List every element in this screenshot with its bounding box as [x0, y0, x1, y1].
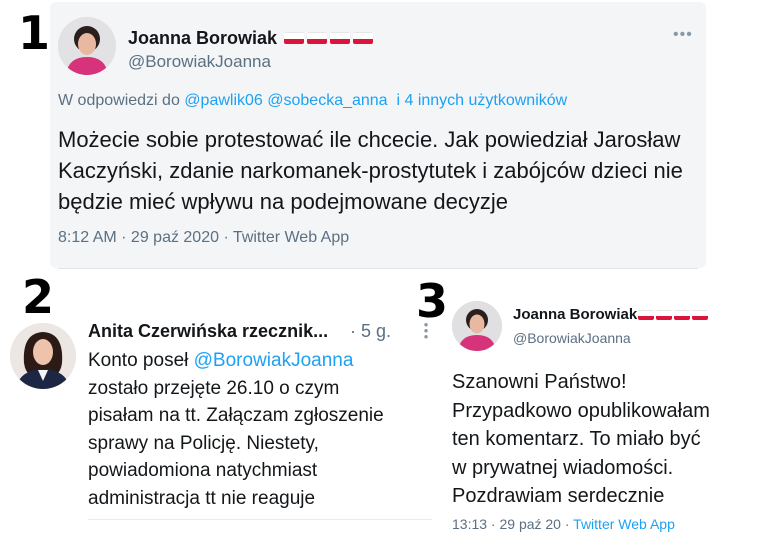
reply-context: W odpowiedzi do @pawlik06 @sobecka_anna …	[58, 92, 567, 110]
tweet-text: Możecie sobie protestować ile chcecie. J…	[58, 127, 683, 214]
more-options-icon[interactable]: •••	[673, 26, 693, 44]
polish-flag-icon	[330, 32, 350, 44]
polish-flag-icon	[638, 310, 654, 320]
tweet-text: Konto poseł @BorowiakJoanna zostało prze…	[88, 347, 428, 512]
tweet-timestamp: 13:13 · 29 paź 20 · Twitter Web App	[452, 516, 675, 532]
avatar[interactable]	[58, 17, 116, 75]
polish-flag-icons	[284, 32, 373, 44]
label-number-1: 1	[18, 6, 51, 60]
mention-link[interactable]: @sobecka_anna	[267, 92, 387, 109]
display-name[interactable]: Joanna Borowiak	[128, 28, 277, 49]
tweet-text-start: Konto poseł	[88, 350, 194, 371]
avatar[interactable]	[452, 301, 502, 351]
avatar-photo-icon	[452, 301, 502, 351]
label-number-3: 3	[416, 274, 449, 328]
mention-link[interactable]: @pawlik06	[184, 92, 263, 109]
tweet-time[interactable]: · 5 g.	[350, 321, 391, 342]
mention-link[interactable]: @BorowiakJoanna	[194, 350, 354, 371]
polish-flag-icon	[284, 32, 304, 44]
polish-flag-icon	[692, 310, 708, 320]
tweet-time[interactable]: 13:13 · 29 paź 20 ·	[452, 516, 573, 532]
user-handle[interactable]: @BorowiakJoanna	[128, 52, 271, 72]
avatar-photo-icon	[10, 323, 76, 389]
tweet-timestamp[interactable]: 8:12 AM · 29 paź 2020 · Twitter Web App	[58, 229, 349, 247]
divider	[58, 268, 698, 269]
more-options-icon[interactable]: •••	[422, 318, 430, 343]
reply-prefix: W odpowiedzi do	[58, 92, 180, 109]
display-name[interactable]: Anita Czerwińska rzecznik...	[88, 321, 328, 342]
polish-flag-icon	[353, 32, 373, 44]
polish-flag-icon	[674, 310, 690, 320]
polish-flag-icon	[656, 310, 672, 320]
polish-flag-icon	[307, 32, 327, 44]
tweet-text: Szanowni Państwo! Przypadkowo opublikowa…	[452, 371, 710, 507]
label-number-2: 2	[22, 270, 55, 324]
source-app-link[interactable]: Twitter Web App	[573, 516, 675, 532]
user-handle[interactable]: @BorowiakJoanna	[513, 330, 631, 346]
tweet-text-rest: zostało przejęte 26.10 o czym pisałam na…	[88, 377, 384, 509]
avatar[interactable]	[10, 323, 76, 389]
polish-flag-icons	[638, 310, 708, 320]
display-name[interactable]: Joanna Borowiak	[513, 306, 637, 323]
avatar-photo-icon	[58, 17, 116, 75]
other-users-link[interactable]: i 4 innych użytkowników	[396, 92, 567, 109]
divider	[88, 519, 432, 520]
